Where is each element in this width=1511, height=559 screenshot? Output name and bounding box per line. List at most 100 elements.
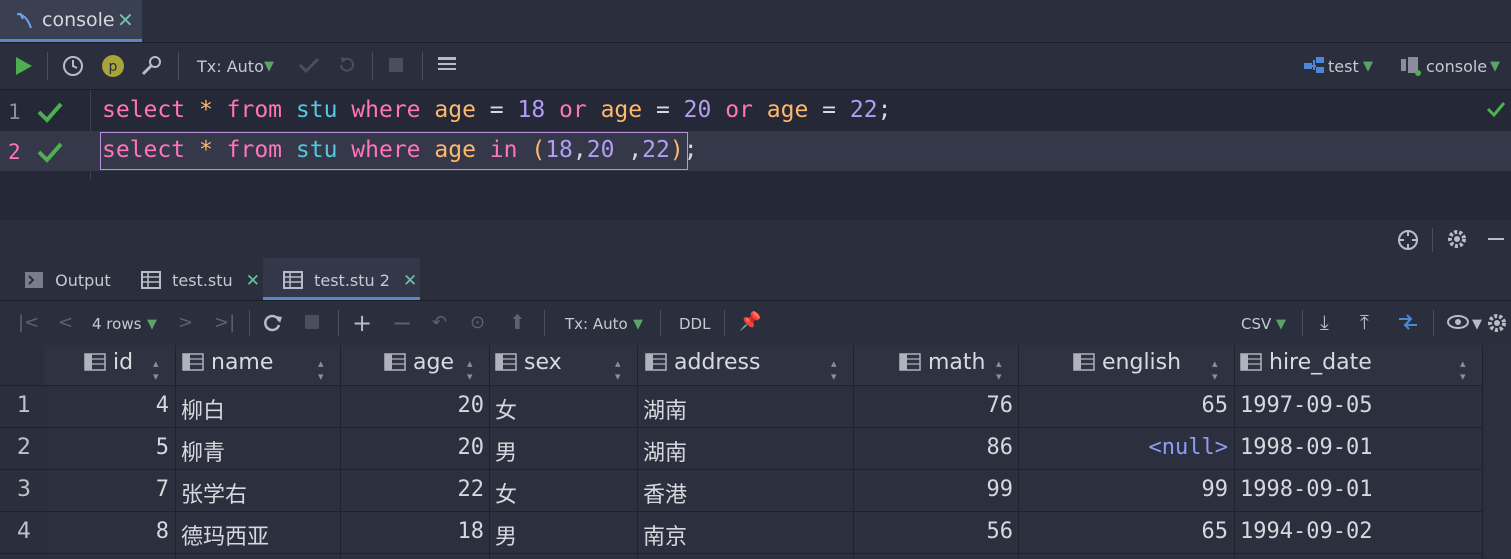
cell-name[interactable]: 张学右	[181, 477, 247, 509]
column-label: hire_date	[1269, 350, 1372, 375]
cell-address[interactable]: 湖南	[643, 435, 687, 467]
column-label: age	[413, 350, 454, 375]
tx-mode-select[interactable]: Tx: Auto	[197, 57, 264, 76]
cell-id[interactable]: 4	[156, 393, 169, 418]
column-border	[489, 345, 490, 559]
keyword: or	[711, 97, 767, 123]
cell-age[interactable]: 18	[458, 519, 485, 544]
sort-icon[interactable]: ▴ ▾	[153, 357, 159, 383]
download-icon[interactable]: ⤓	[1320, 310, 1329, 334]
close-icon[interactable]: ✕	[403, 271, 417, 291]
cell-id[interactable]: 7	[156, 477, 169, 502]
cell-age[interactable]: 22	[458, 477, 485, 502]
history-icon[interactable]	[62, 55, 84, 81]
row-count-select[interactable]: 4 rows	[92, 315, 141, 333]
code-line-2[interactable]: select * from stu where age in (18,20 ,2…	[102, 137, 698, 163]
table-ref: stu	[282, 137, 352, 163]
cell-address[interactable]: 湖南	[643, 393, 687, 425]
column-header-age[interactable]: age	[384, 350, 454, 377]
cell-sex[interactable]: 女	[495, 393, 517, 425]
cell-address[interactable]: 香港	[643, 477, 687, 509]
refresh-icon[interactable]	[263, 313, 283, 337]
session-select[interactable]: console	[1426, 57, 1487, 76]
cell-math[interactable]: 76	[987, 393, 1014, 418]
cell-address[interactable]: 南京	[643, 519, 687, 551]
chevron-down-icon[interactable]: ▼	[264, 59, 274, 74]
close-icon[interactable]: ✕	[246, 271, 260, 291]
cell-math[interactable]: 99	[987, 477, 1014, 502]
cell-hire-date[interactable]: 1994-09-02	[1240, 519, 1372, 544]
cell-name[interactable]: 德玛西亚	[181, 519, 269, 551]
cell-age[interactable]: 20	[458, 393, 485, 418]
sort-icon[interactable]: ▴ ▾	[1212, 357, 1218, 383]
cell-english[interactable]: 65	[1202, 393, 1229, 418]
sort-icon[interactable]: ▴ ▾	[831, 357, 837, 383]
tab-test-stu-2[interactable]: test.stu 2 ✕	[283, 271, 417, 291]
semicolon: ;	[877, 97, 892, 123]
cell-id[interactable]: 8	[156, 519, 169, 544]
cell-sex[interactable]: 男	[495, 435, 517, 467]
column-header-name[interactable]: name	[182, 350, 273, 377]
cell-hire-date[interactable]: 1998-09-01	[1240, 477, 1372, 502]
pin-icon[interactable]: 📌	[739, 311, 761, 332]
compare-icon[interactable]	[1397, 311, 1419, 337]
sort-icon[interactable]: ▴ ▾	[1460, 357, 1466, 383]
chevron-down-icon[interactable]: ▼	[1363, 59, 1373, 74]
cell-hire-date[interactable]: 1997-09-05	[1240, 393, 1372, 418]
tx-mode-select[interactable]: Tx: Auto	[565, 315, 628, 333]
chevron-down-icon[interactable]: ▼	[1490, 59, 1500, 74]
sort-icon[interactable]: ▴ ▾	[318, 357, 324, 383]
column-header-sex[interactable]: sex	[495, 350, 562, 377]
export-format-select[interactable]: CSV	[1241, 315, 1271, 333]
profile-icon[interactable]: p	[101, 54, 125, 82]
cell-english[interactable]: 99	[1202, 477, 1229, 502]
column-header-hire-date[interactable]: hire_date	[1240, 350, 1372, 377]
column-border	[340, 345, 341, 559]
target-icon[interactable]	[1396, 228, 1420, 256]
cell-english-null[interactable]: <null>	[1149, 435, 1228, 460]
upload-icon[interactable]: ⤒	[1360, 310, 1369, 334]
result-layout-icon[interactable]	[436, 55, 458, 79]
column-header-english[interactable]: english	[1073, 350, 1181, 377]
wrench-icon[interactable]	[140, 55, 162, 81]
close-icon[interactable]: ✕	[117, 8, 134, 32]
ddl-button[interactable]: DDL	[679, 315, 710, 333]
chevron-down-icon[interactable]: ▼	[147, 317, 157, 332]
run-icon[interactable]	[14, 55, 34, 81]
code-line-1[interactable]: select * from stu where age = 18 or age …	[102, 97, 891, 123]
sort-icon[interactable]: ▴ ▾	[467, 357, 473, 383]
add-row-icon[interactable]: +	[352, 309, 372, 337]
cell-name[interactable]: 柳青	[181, 435, 225, 467]
row-border	[0, 469, 1482, 470]
sort-icon[interactable]: ▴ ▾	[996, 357, 1002, 383]
column-header-address[interactable]: address	[645, 350, 760, 377]
cell-hire-date[interactable]: 1998-09-01	[1240, 435, 1372, 460]
cell-name[interactable]: 柳白	[181, 393, 225, 425]
tab-test-stu[interactable]: test.stu ✕	[141, 271, 260, 291]
chevron-down-icon[interactable]: ▼	[1276, 317, 1286, 332]
sort-icon[interactable]: ▴ ▾	[615, 357, 621, 383]
cell-english[interactable]: 65	[1202, 519, 1229, 544]
paren: )	[669, 137, 684, 163]
cell-math[interactable]: 86	[987, 435, 1014, 460]
cell-math[interactable]: 56	[987, 519, 1014, 544]
chevron-down-icon[interactable]: ▼	[1472, 317, 1482, 332]
tab-console[interactable]: console ✕	[0, 0, 142, 42]
chevron-down-icon[interactable]: ▼	[633, 317, 643, 332]
cell-age[interactable]: 20	[458, 435, 485, 460]
last-page-icon: >|	[214, 312, 236, 333]
datasource-select[interactable]: test	[1328, 57, 1359, 76]
tab-output[interactable]: Output	[24, 271, 111, 290]
number: 22	[642, 137, 670, 163]
minimize-icon[interactable]	[1486, 229, 1506, 253]
cell-sex[interactable]: 男	[495, 519, 517, 551]
cell-id[interactable]: 5	[156, 435, 169, 460]
column-header-math[interactable]: math	[899, 350, 985, 377]
eye-icon[interactable]	[1446, 313, 1470, 335]
column-header-id[interactable]: id	[84, 350, 133, 377]
row-number: 3	[17, 477, 31, 502]
gear-icon[interactable]	[1446, 228, 1468, 254]
cell-sex[interactable]: 女	[495, 477, 517, 509]
gear-icon[interactable]	[1486, 312, 1508, 338]
table-icon	[141, 271, 161, 289]
